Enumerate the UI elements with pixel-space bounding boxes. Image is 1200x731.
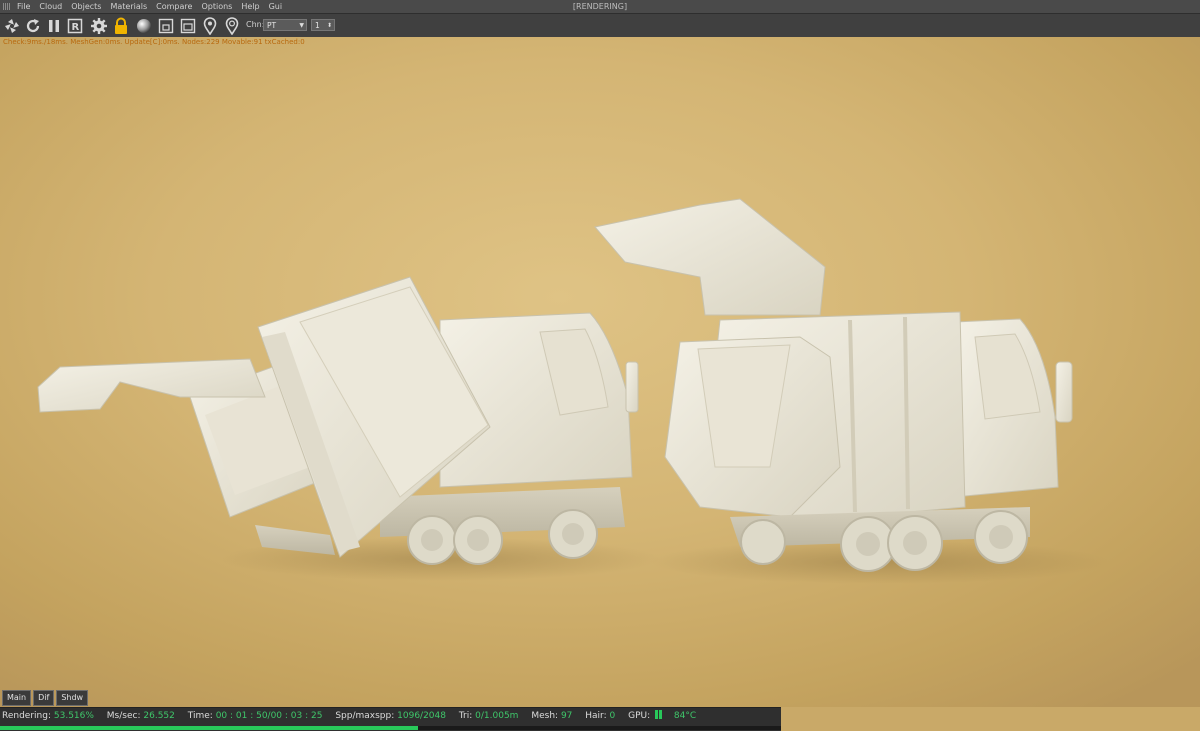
rendering-percent: 53.516% [53,711,94,721]
pin-icon[interactable] [201,17,219,35]
settings-gear-icon[interactable] [90,17,108,35]
sub-clay-icon[interactable] [179,17,197,35]
toolbar: R Chn: PT ▼ 1 ⬍ [0,13,1200,38]
pause-icon[interactable] [45,17,63,35]
stepper-arrows-icon[interactable]: ⬍ [327,20,332,32]
clay-mode-icon[interactable] [157,17,175,35]
gpu-usage-icon [655,710,663,722]
time-value: 00 : 01 : 50/00 : 03 : 25 [215,711,323,721]
channel-count-stepper[interactable]: 1 ⬍ [311,19,335,31]
render-viewport[interactable]: Check:9ms./18ms. MeshGen:0ms. Update[C]:… [0,37,1200,707]
gpu-label: GPU: [628,711,651,721]
viewport-tabs: Main Dif Shdw [2,690,89,706]
channel-count-value: 1 [315,21,320,30]
render-status-bar: Rendering: 53.516% Ms/sec: 26.552 Time: … [0,707,781,731]
gpu-temperature: 84°C [673,711,697,721]
tri-value: 0/1.005m [475,711,519,721]
window-title: [RENDERING] [572,2,628,11]
aperture-icon[interactable] [3,17,21,35]
sphere-icon[interactable] [135,17,153,35]
mesh-label: Mesh: [531,711,559,721]
region-render-icon[interactable]: R [66,17,84,35]
channel-label: Chn: [246,20,265,29]
tab-dif[interactable]: Dif [33,690,55,706]
hair-label: Hair: [585,711,607,721]
tab-main[interactable]: Main [2,690,32,706]
hair-value: 0 [609,711,616,721]
refresh-icon[interactable] [24,17,42,35]
channel-select[interactable]: PT ▼ [263,19,307,31]
rendering-label: Rendering: [2,711,51,721]
mesh-value: 97 [560,711,573,721]
spp-value: 1096/2048 [397,711,446,721]
render-progress-bar [0,726,781,730]
tab-shdw[interactable]: Shdw [56,690,89,706]
chevron-down-icon: ▼ [299,22,304,29]
right-truck-model [594,198,1073,572]
spp-label: Spp/maxspp: [335,711,395,721]
rendered-scene [37,198,1110,584]
mssec-value: 26.552 [143,711,175,721]
menu-bar: File Cloud Objects Materials Compare Opt… [0,0,1200,13]
time-label: Time: [187,711,213,721]
lock-icon[interactable] [112,17,130,35]
left-truck-model [37,276,639,565]
tri-label: Tri: [458,711,473,721]
mssec-label: Ms/sec: [106,711,141,721]
channel-select-value: PT [267,21,277,30]
pin-pick-icon[interactable] [223,17,241,35]
svg-text:R: R [72,22,80,33]
status-line: Rendering: 53.516% Ms/sec: 26.552 Time: … [2,710,696,722]
render-progress-fill [0,726,418,730]
